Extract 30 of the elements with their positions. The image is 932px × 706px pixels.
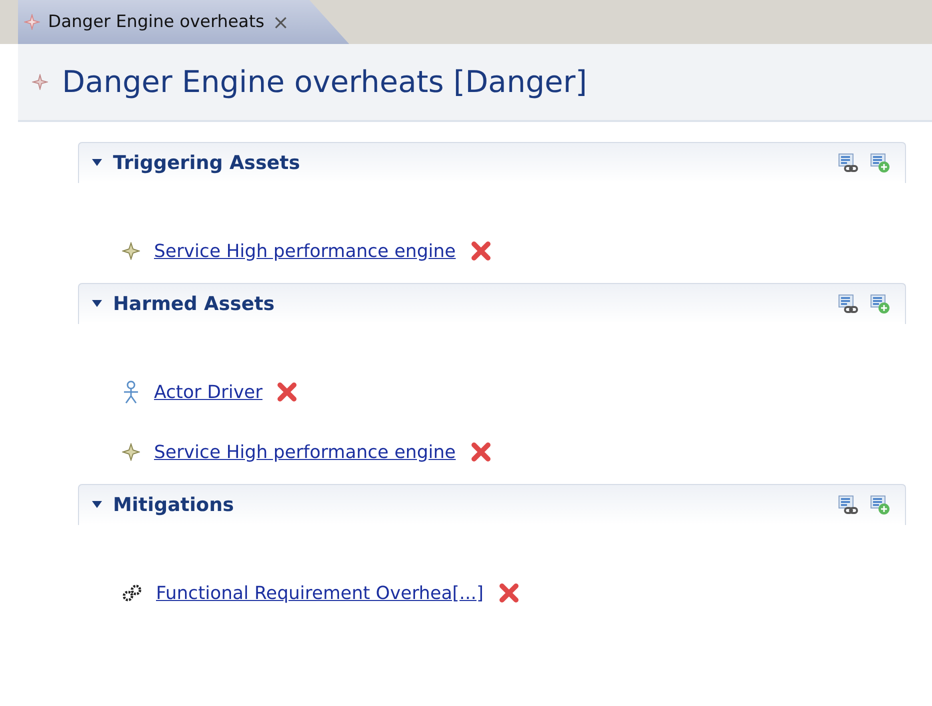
link-icon[interactable]: [837, 293, 859, 315]
section-title: Harmed Assets: [113, 293, 275, 315]
twistie-icon[interactable]: [91, 500, 103, 510]
asset-link[interactable]: Actor Driver: [154, 382, 262, 402]
tab-label: Danger Engine overheats: [48, 12, 264, 32]
add-icon[interactable]: [869, 152, 891, 174]
delete-icon[interactable]: [498, 582, 520, 604]
section-title: Mitigations: [113, 494, 234, 516]
twistie-icon[interactable]: [91, 299, 103, 309]
delete-icon[interactable]: [276, 381, 298, 403]
asset-link[interactable]: Service High performance engine: [154, 442, 456, 462]
delete-icon[interactable]: [470, 240, 492, 262]
star-icon: [24, 14, 40, 30]
delete-icon[interactable]: [470, 441, 492, 463]
gears-icon: [122, 584, 142, 602]
add-icon[interactable]: [869, 293, 891, 315]
editor-tab[interactable]: Danger Engine overheats ×: [18, 0, 350, 44]
close-button[interactable]: ×: [272, 10, 290, 34]
diamond-star-icon: [122, 443, 140, 461]
asset-link[interactable]: Functional Requirement Overhea[...]: [156, 582, 484, 604]
page-title: Danger Engine overheats [Danger]: [62, 64, 588, 100]
diamond-star-icon: [122, 242, 140, 260]
twistie-icon[interactable]: [91, 158, 103, 168]
section-title: Triggering Assets: [113, 152, 300, 174]
link-icon[interactable]: [837, 494, 859, 516]
star-icon: [32, 74, 48, 90]
add-icon[interactable]: [869, 494, 891, 516]
person-icon: [122, 380, 140, 404]
link-icon[interactable]: [837, 152, 859, 174]
asset-link[interactable]: Service High performance engine: [154, 240, 456, 262]
